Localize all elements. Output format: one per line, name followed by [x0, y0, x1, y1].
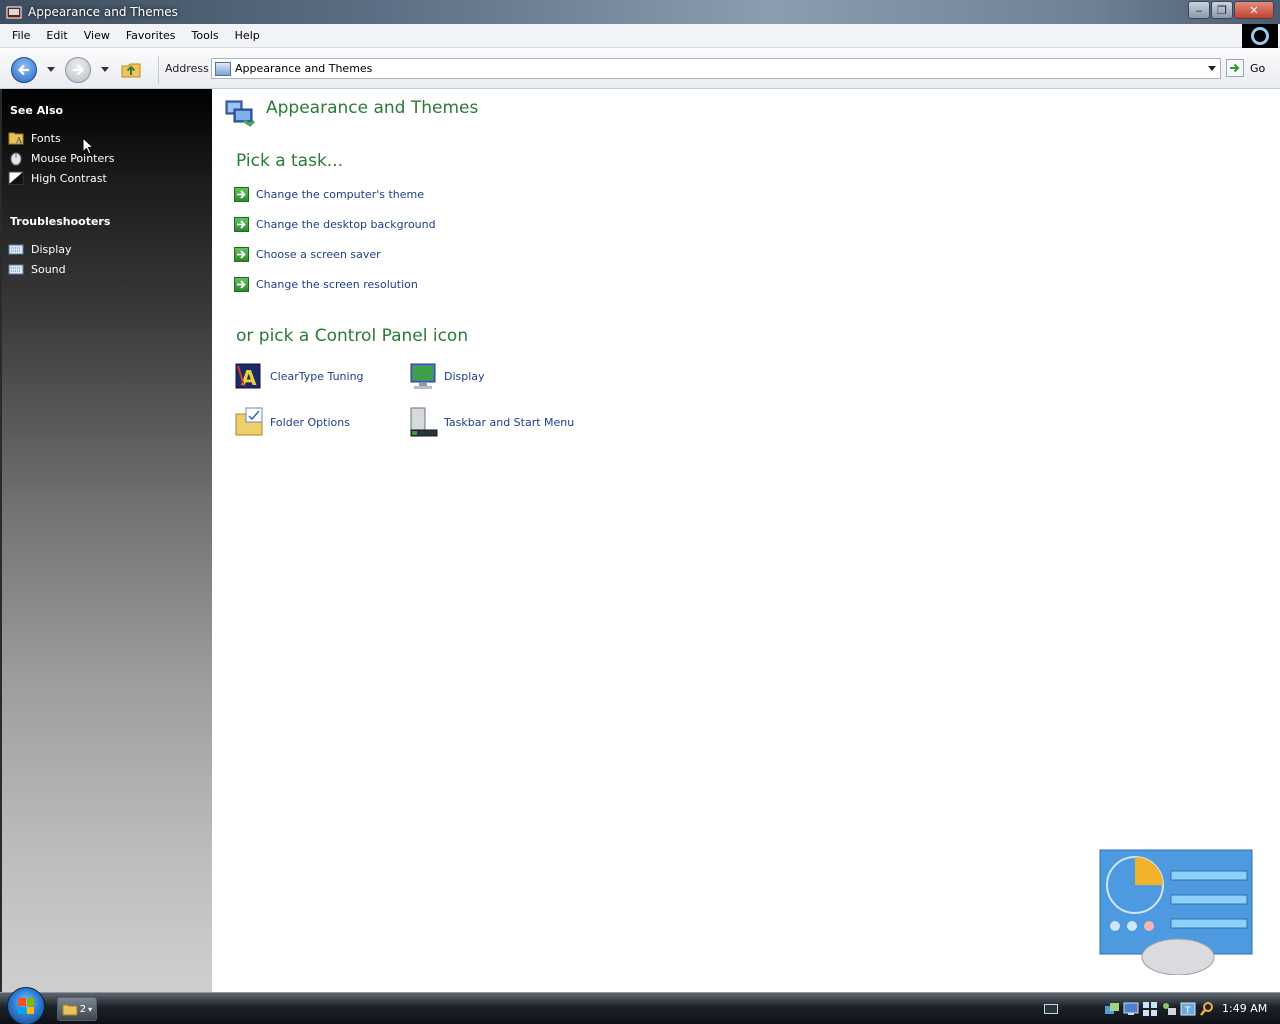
sidebar-item-mouse-pointers[interactable]: Mouse Pointers	[8, 149, 115, 167]
system-tray: T	[1104, 1001, 1215, 1017]
network-share-icon[interactable]	[1161, 1001, 1177, 1017]
address-input[interactable]: Appearance and Themes	[235, 62, 1204, 75]
sidebar-item-high-contrast[interactable]: High Contrast	[8, 169, 107, 187]
display-icon	[410, 363, 436, 389]
menu-help[interactable]: Help	[227, 29, 268, 42]
keyboard-icon	[8, 244, 24, 255]
windows-logo-icon	[18, 998, 34, 1014]
mouse-icon	[10, 152, 22, 166]
sidebar-item-label: Fonts	[31, 131, 61, 145]
green-arrow-icon	[234, 186, 249, 202]
fonts-folder-icon: A	[8, 132, 24, 145]
forward-arrow-icon	[73, 64, 85, 76]
cp-icon-display[interactable]: Display	[408, 360, 485, 392]
task-heading: Pick a task...	[236, 151, 344, 171]
task-screen-resolution[interactable]: Change the screen resolution	[234, 275, 418, 293]
clock[interactable]: 1:49 AM	[1222, 1002, 1267, 1015]
close-button[interactable]: ✕	[1234, 1, 1274, 19]
tablet-icon[interactable]: T	[1180, 1001, 1196, 1017]
sidebar-item-label: Mouse Pointers	[31, 151, 115, 165]
menu-edit[interactable]: Edit	[38, 29, 75, 42]
windows-grid-icon[interactable]	[1142, 1001, 1158, 1017]
window-title: Appearance and Themes	[28, 5, 178, 19]
task-change-background[interactable]: Change the desktop background	[234, 215, 436, 233]
back-arrow-icon	[17, 64, 29, 76]
task-link[interactable]: Change the screen resolution	[256, 278, 418, 291]
go-button[interactable]: Go	[1250, 62, 1265, 75]
sidebar-item-label: High Contrast	[31, 171, 107, 185]
main-content: Appearance and Themes Pick a task... Cha…	[212, 89, 1280, 992]
cp-icon-taskbar[interactable]: Taskbar and Start Menu	[408, 406, 574, 438]
green-arrow-icon	[234, 216, 249, 232]
folder-icon	[62, 1004, 78, 1016]
task-link[interactable]: Change the computer's theme	[256, 188, 424, 201]
control-panel-icon-heading: or pick a Control Panel icon	[236, 326, 469, 346]
svg-text:T: T	[1184, 1006, 1191, 1016]
sidebar-item-display[interactable]: Display	[8, 240, 72, 258]
menu-favorites[interactable]: Favorites	[118, 29, 184, 42]
control-panel-icon	[6, 6, 22, 19]
menu-bar: File Edit View Favorites Tools Help	[0, 24, 1280, 48]
cleartype-icon: A	[235, 363, 261, 390]
folder-options-icon	[235, 407, 263, 436]
menu-file[interactable]: File	[4, 29, 38, 42]
task-screen-saver[interactable]: Choose a screen saver	[234, 245, 381, 263]
appearance-themes-icon	[225, 100, 256, 127]
task-change-theme[interactable]: Change the computer's theme	[234, 185, 424, 203]
keyboard-language-icon[interactable]	[1044, 1004, 1058, 1014]
monitor-icon[interactable]	[1123, 1001, 1139, 1017]
back-button[interactable]	[11, 57, 37, 83]
svg-text:A: A	[241, 366, 257, 390]
toolbar-separator	[158, 56, 159, 84]
menu-view[interactable]: View	[76, 29, 118, 42]
toolbar: Address Appearance and Themes Go	[0, 48, 1280, 89]
browser-logo-icon	[1242, 24, 1278, 48]
cp-icon-label[interactable]: Taskbar and Start Menu	[444, 416, 574, 429]
chevron-down-icon: ▾	[88, 1004, 93, 1014]
task-count: 2	[79, 1003, 87, 1015]
sidebar-item-label: Display	[31, 242, 72, 256]
address-label: Address	[165, 62, 209, 75]
cp-icon-label[interactable]: Folder Options	[270, 416, 350, 429]
minimize-button[interactable]: ‒	[1188, 1, 1210, 19]
svg-text:A: A	[15, 136, 22, 145]
keyboard-icon	[8, 264, 24, 275]
back-history-dropdown-icon[interactable]	[47, 67, 55, 73]
side-pane: See Also A Fonts Mouse Pointers High Con…	[0, 89, 212, 992]
forward-button[interactable]	[65, 57, 91, 83]
see-also-heading: See Also	[10, 104, 64, 117]
sidebar-item-label: Sound	[31, 262, 66, 276]
control-panel-icon	[215, 61, 231, 76]
cp-icon-folder-options[interactable]: Folder Options	[234, 406, 350, 438]
task-link[interactable]: Choose a screen saver	[256, 248, 381, 261]
sidebar-item-fonts[interactable]: A Fonts	[8, 129, 61, 147]
search-icon[interactable]	[1199, 1001, 1215, 1017]
menu-tools[interactable]: Tools	[184, 29, 227, 42]
task-link[interactable]: Change the desktop background	[256, 218, 436, 231]
start-button[interactable]	[7, 987, 45, 1024]
mouse-cursor-icon	[82, 137, 94, 155]
taskbar-window-group-button[interactable]: 2 ▾	[57, 997, 97, 1021]
troubleshooters-heading: Troubleshooters	[10, 215, 111, 228]
cp-icon-label[interactable]: Display	[444, 370, 485, 383]
go-arrow-icon[interactable]	[1226, 59, 1244, 77]
maximize-button[interactable]: ❐	[1211, 1, 1233, 19]
cp-icon-cleartype[interactable]: A ClearType Tuning	[234, 360, 364, 392]
green-arrow-icon	[234, 246, 249, 262]
taskbar: 2 ▾ T 1:49 AM	[0, 987, 1280, 1024]
sidebar-item-sound[interactable]: Sound	[8, 260, 66, 278]
green-arrow-icon	[234, 276, 249, 292]
taskbar-icon	[410, 407, 438, 437]
address-dropdown-icon[interactable]	[1204, 59, 1220, 78]
title-bar[interactable]: Appearance and Themes ‒ ❐ ✕	[0, 0, 1280, 24]
forward-history-dropdown-icon[interactable]	[101, 67, 109, 73]
up-folder-icon[interactable]	[120, 58, 142, 80]
control-panel-watermark-icon	[1099, 849, 1253, 975]
high-contrast-icon	[8, 171, 24, 185]
network-icon[interactable]	[1104, 1001, 1120, 1017]
address-bar[interactable]: Appearance and Themes	[211, 58, 1221, 79]
page-title: Appearance and Themes	[266, 98, 479, 118]
cp-icon-label[interactable]: ClearType Tuning	[270, 370, 364, 383]
